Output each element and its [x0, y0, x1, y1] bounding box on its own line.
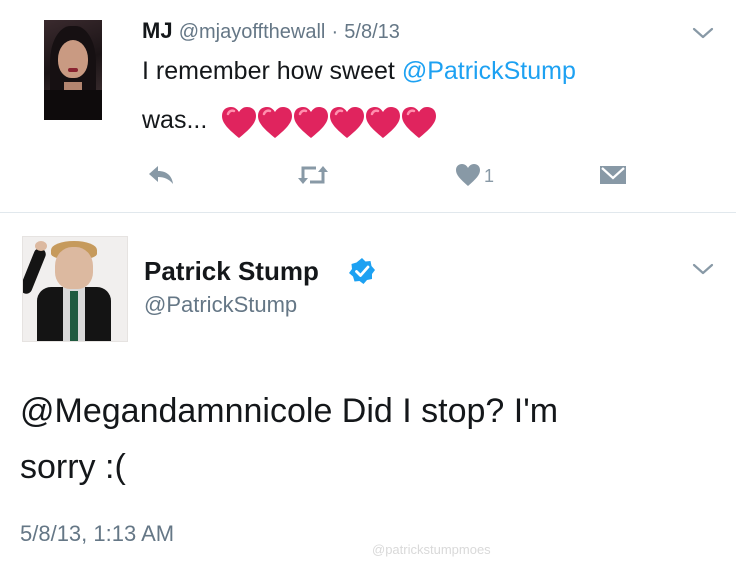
- tweet-text-line: @Megandamnnicole Did I stop? I'm: [20, 392, 559, 430]
- tweet-text-end: was...: [142, 106, 208, 134]
- tweet-divider: [0, 212, 736, 213]
- heart-emoji-group: [220, 101, 437, 141]
- red-heart-emoji-icon: [222, 106, 257, 138]
- username[interactable]: @mjayoffthewall: [179, 21, 326, 43]
- avatar[interactable]: [22, 236, 128, 342]
- tweet-text-start: I remember how sweet: [142, 57, 402, 85]
- red-heart-emoji-icon: [330, 106, 365, 138]
- tweet-text-continued: was...: [142, 100, 437, 141]
- tweet-text-line: sorry :(: [20, 448, 126, 486]
- red-heart-emoji-icon: [258, 106, 293, 138]
- tweet-date[interactable]: 5/8/13: [344, 21, 400, 43]
- watermark: @patrickstumpmoes: [372, 542, 491, 557]
- like-icon[interactable]: [454, 162, 482, 193]
- message-icon[interactable]: [598, 162, 628, 193]
- caret-down-icon[interactable]: [692, 26, 714, 45]
- mention-link[interactable]: @PatrickStump: [402, 57, 576, 85]
- red-heart-emoji-icon: [366, 106, 401, 138]
- retweet-icon[interactable]: [296, 162, 330, 193]
- avatar[interactable]: [44, 20, 102, 120]
- verified-badge-icon: [348, 257, 376, 290]
- tweet-timestamp[interactable]: 5/8/13, 1:13 AM: [20, 521, 174, 547]
- separator-dot: ·: [331, 21, 339, 43]
- red-heart-emoji-icon: [294, 106, 329, 138]
- red-heart-emoji-icon: [402, 106, 437, 138]
- tweet-text: I remember how sweet @PatrickStump: [142, 57, 576, 86]
- reply-icon[interactable]: [146, 162, 176, 193]
- display-name[interactable]: Patrick Stump: [144, 256, 319, 287]
- caret-down-icon[interactable]: [692, 262, 714, 281]
- tweet-header: MJ @mjayoffthewall · 5/8/13: [142, 18, 400, 44]
- tweet-text: @Megandamnnicole Did I stop? I'm sorry :…: [20, 383, 720, 495]
- tweet-actions: 1: [146, 162, 646, 192]
- username[interactable]: @PatrickStump: [144, 292, 297, 318]
- display-name[interactable]: MJ: [142, 18, 173, 43]
- like-count: 1: [484, 166, 495, 186]
